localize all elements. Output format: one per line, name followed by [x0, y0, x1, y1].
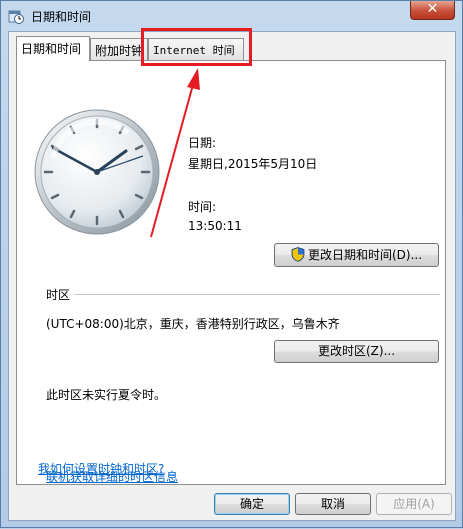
analog-clock	[34, 109, 160, 235]
tab-label: 日期和时间	[21, 42, 82, 56]
section-divider	[74, 294, 440, 295]
cancel-label: 取消	[320, 497, 345, 511]
date-value: 星期日,2015年5月10日	[188, 157, 318, 171]
title-bar[interactable]: 日期和时间 ✕	[1, 1, 462, 31]
close-button[interactable]: ✕	[410, 1, 455, 20]
ok-label: 确定	[239, 497, 264, 511]
how-to-set-clock-link[interactable]: 我如何设置时钟和时区?	[38, 460, 164, 477]
tab-panel-date-and-time: 日期: 星期日,2015年5月10日 时间: 13:50:11 更改日期和时间(…	[16, 60, 446, 485]
timezone-value: (UTC+08:00)北京，重庆，香港特别行政区，乌鲁木齐	[46, 317, 340, 331]
change-timezone-label: 更改时区(Z)...	[317, 344, 396, 358]
change-timezone-button[interactable]: 更改时区(Z)...	[274, 340, 439, 363]
dialog-client-area: 日期和时间 附加时钟 Internet 时间 日期: 星期日,2015年5月10…	[8, 31, 456, 521]
ok-button[interactable]: 确定	[214, 493, 290, 515]
date-time-dialog: 日期和时间 ✕ 日期和时间 附加时钟 Internet 时间 日期: 星期日,2…	[0, 0, 463, 528]
clock-calendar-icon	[8, 10, 24, 24]
tab-additional-clocks[interactable]: 附加时钟	[90, 38, 148, 60]
uac-shield-icon	[291, 247, 305, 262]
time-label: 时间:	[188, 200, 217, 214]
dst-note: 此时区未实行夏令时。	[46, 388, 167, 402]
date-label: 日期:	[188, 136, 217, 150]
apply-button[interactable]: 应用(A)	[376, 493, 452, 515]
highlight-box	[141, 28, 252, 66]
tab-date-and-time[interactable]: 日期和时间	[16, 36, 90, 61]
window-title: 日期和时间	[31, 10, 92, 24]
cancel-button[interactable]: 取消	[295, 493, 371, 515]
change-date-time-label: 更改日期和时间(D)...	[307, 248, 423, 262]
change-date-time-button[interactable]: 更改日期和时间(D)...	[274, 243, 439, 267]
close-icon: ✕	[426, 1, 439, 17]
tab-label: 附加时钟	[95, 44, 144, 58]
timezone-section-label: 时区	[46, 288, 71, 302]
time-value: 13:50:11	[188, 219, 242, 233]
apply-label: 应用(A)	[393, 497, 435, 511]
